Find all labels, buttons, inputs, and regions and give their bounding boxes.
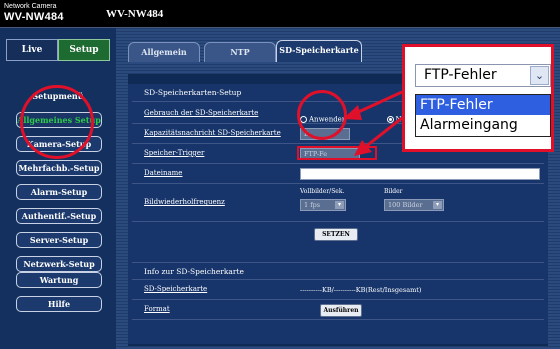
chevron-down-icon: ▾ [433, 201, 442, 209]
highlight-box-trigger [297, 146, 377, 160]
images-select[interactable]: 100 Bilder ▾ [384, 199, 444, 211]
top-bar: Network Camera WV-NW484 WV-NW484 [0, 0, 560, 28]
tab-ntp[interactable]: NTP [204, 42, 276, 62]
tab-allgemein[interactable]: Allgemein [128, 42, 200, 62]
format-execute-button[interactable]: Ausführen [320, 304, 362, 317]
images-value: 100 Bilder [388, 201, 423, 209]
nav-authentif-setup[interactable]: Authentif.-Setup [16, 208, 102, 224]
capacity-notice-label: Kapazitätsnachricht SD-Speicherkarte [144, 129, 281, 137]
radio-nicht[interactable] [386, 116, 394, 123]
dropdown-callout: FTP-Fehler ⌄ FTP-Fehler Alarmeingang [402, 44, 554, 152]
trigger-select-zoomed[interactable]: FTP-Fehler ⌄ [415, 64, 551, 87]
nav-server-setup[interactable]: Server-Setup [16, 232, 102, 248]
nav-wartung[interactable]: Wartung [16, 272, 102, 288]
nav-netzwerk-setup[interactable]: Netzwerk-Setup [16, 256, 102, 272]
format-label: Format [144, 305, 170, 313]
row-format: Format Ausführen [132, 300, 544, 320]
chevron-down-icon: ▾ [335, 201, 344, 209]
filename-label: Dateiname [144, 169, 183, 177]
trigger-label: Speicher-Trigger [144, 149, 205, 157]
row-sd-card: SD-Speicherkarte ----------KB/----------… [132, 280, 544, 300]
nav-alarm-setup[interactable]: Alarm-Setup [16, 184, 102, 200]
highlight-circle-sidebar [20, 85, 94, 159]
help-button[interactable]: Hilfe [16, 296, 102, 312]
brand-subtitle: Network Camera [4, 3, 57, 10]
nav-mehrfachb-setup[interactable]: Mehrfachb.-Setup [16, 160, 102, 176]
setup-button[interactable]: Setup [58, 39, 110, 61]
sd-card-label: SD-Speicherkarte [144, 285, 208, 293]
trigger-select-zoomed-value: FTP-Fehler [424, 67, 497, 83]
section-sd-info-heading: Info zur SD-Speicherkarte [132, 262, 544, 280]
trigger-options-list: FTP-Fehler Alarmeingang [415, 94, 551, 137]
brand-logo: Network Camera WV-NW484 [4, 3, 64, 23]
brand-model: WV-NW484 [4, 11, 64, 23]
images-header: Bilder [384, 188, 403, 195]
frame-rate-label: Bildwiederholfrequenz [144, 198, 225, 206]
option-ftp-fehler[interactable]: FTP-Fehler [416, 95, 550, 115]
fps-value: 1 fps [304, 201, 321, 209]
fps-header: Vollbilder/Sek. [300, 188, 345, 195]
live-button[interactable]: Live [6, 39, 58, 61]
filename-input[interactable] [300, 168, 540, 180]
highlight-circle-trigger [297, 90, 347, 140]
set-button[interactable]: SETZEN [314, 228, 358, 241]
sd-usage-label: Gebrauch der SD-Speicherkarte [144, 109, 259, 117]
row-frame-rate: Bildwiederholfrequenz Vollbilder/Sek. 1 … [132, 184, 544, 222]
page-title: WV-NW484 [106, 8, 164, 20]
option-alarmeingang[interactable]: Alarmeingang [416, 115, 550, 135]
row-filename: Dateiname [132, 164, 544, 184]
fps-select[interactable]: 1 fps ▾ [300, 199, 346, 211]
sidebar: Live Setup Setupmenü Allgemeines Setup K… [0, 28, 116, 349]
tab-sd-speicherkarte[interactable]: SD-Speicherkarte [276, 40, 362, 62]
chevron-down-icon: ⌄ [530, 66, 549, 85]
sd-card-capacity: ----------KB/----------KB(Rest/Insgesamt… [300, 286, 422, 294]
mode-switch: Live Setup [6, 39, 110, 61]
